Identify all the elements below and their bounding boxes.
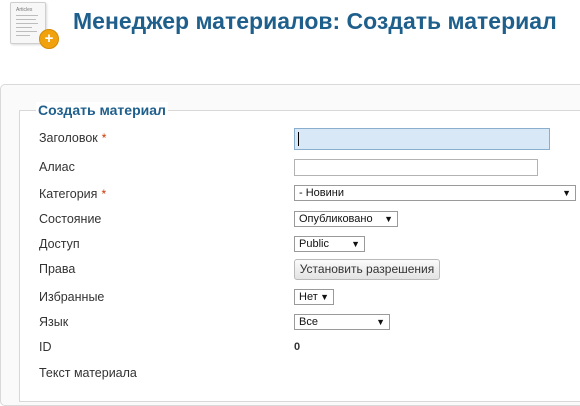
dropdown-arrow-icon: ▼ bbox=[351, 239, 360, 249]
page-header: Articles + Менеджер материалов: Создать … bbox=[0, 0, 580, 70]
dropdown-arrow-icon: ▼ bbox=[384, 214, 393, 224]
required-marker: * bbox=[101, 131, 107, 145]
featured-label: Избранные bbox=[39, 290, 105, 304]
state-select[interactable]: Опубликовано ▼ bbox=[294, 211, 398, 227]
category-label: Категория * bbox=[39, 187, 106, 201]
language-label: Язык bbox=[39, 315, 69, 329]
add-plus-icon: + bbox=[39, 29, 59, 49]
id-label: ID bbox=[39, 340, 52, 354]
id-value: 0 bbox=[294, 341, 301, 353]
article-icon-label: Articles bbox=[16, 7, 33, 13]
fieldset-legend: Создать материал bbox=[36, 102, 168, 118]
state-label: Состояние bbox=[39, 212, 102, 226]
required-marker: * bbox=[101, 187, 107, 201]
access-select[interactable]: Public ▼ bbox=[294, 236, 365, 252]
form-fieldset bbox=[19, 110, 580, 402]
language-selected-value: Все bbox=[299, 316, 318, 328]
state-selected-value: Опубликовано bbox=[299, 213, 373, 225]
permissions-label: Права bbox=[39, 262, 76, 276]
dropdown-arrow-icon: ▼ bbox=[376, 317, 385, 327]
alias-input[interactable] bbox=[294, 159, 538, 176]
title-label: Заголовок * bbox=[39, 131, 106, 145]
category-label-text: Категория bbox=[39, 187, 98, 201]
dropdown-arrow-icon: ▼ bbox=[562, 188, 571, 198]
title-label-text: Заголовок bbox=[39, 131, 98, 145]
article-text-label: Текст материала bbox=[39, 366, 137, 380]
access-label: Доступ bbox=[39, 237, 80, 251]
alias-label: Алиас bbox=[39, 160, 75, 174]
featured-selected-value: Нет bbox=[299, 291, 318, 303]
page-title: Менеджер материалов: Создать материал bbox=[73, 8, 557, 34]
dropdown-arrow-icon: ▼ bbox=[320, 292, 329, 302]
category-select[interactable]: - Новини ▼ bbox=[294, 185, 576, 201]
access-selected-value: Public bbox=[299, 238, 329, 250]
language-select[interactable]: Все ▼ bbox=[294, 314, 390, 330]
category-selected-value: - Новини bbox=[299, 187, 344, 199]
featured-select[interactable]: Нет ▼ bbox=[294, 289, 334, 305]
set-permissions-button[interactable]: Установить разрешения bbox=[294, 259, 440, 280]
text-caret bbox=[298, 132, 299, 146]
title-input[interactable] bbox=[294, 128, 550, 150]
